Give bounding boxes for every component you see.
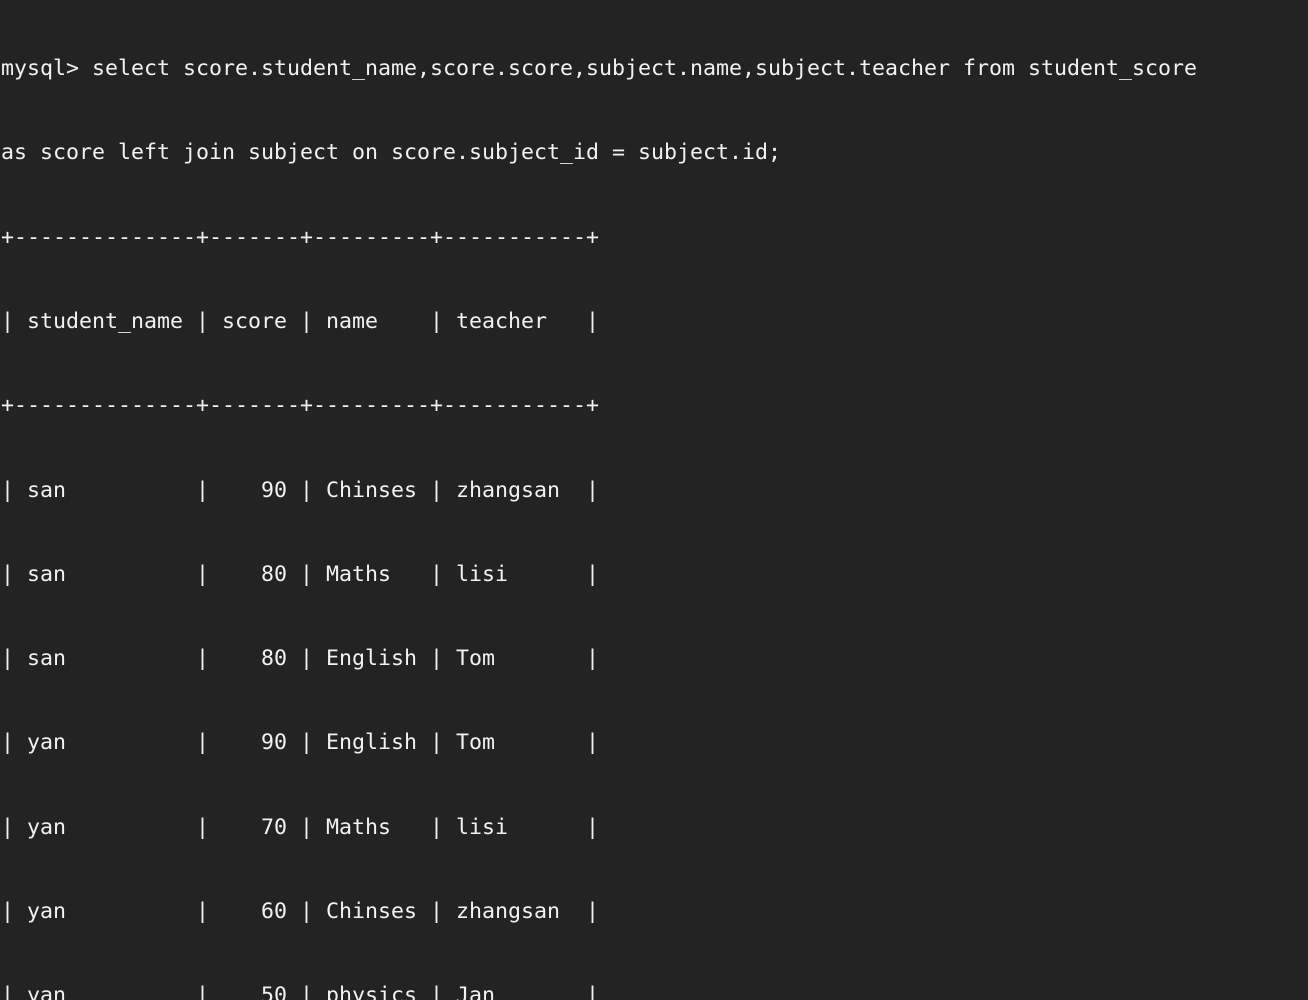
table-row: | yan | 70 | Maths | lisi | <box>1 814 600 840</box>
table-row: | san | 80 | English | Tom | <box>1 646 600 672</box>
table-row: | san | 80 | Maths | lisi | <box>1 561 600 587</box>
table-row: | san | 90 | Chinses | zhangsan | <box>1 477 600 503</box>
query-line-second: as score left join subject on score.subj… <box>1 140 782 166</box>
table-row: | yan | 90 | English | Tom | <box>1 730 600 756</box>
table-row: | yan | 60 | Chinses | zhangsan | <box>1 899 600 924</box>
terminal-window[interactable]: mysql> select score.student_name,score.s… <box>0 0 1308 1000</box>
query-line-first: mysql> select score.student_name,score.s… <box>1 56 1198 82</box>
table-separator-top: +--------------+-------+---------+------… <box>1 224 600 250</box>
table-row: | yan | 50 | physics | Jan | <box>1 983 600 1000</box>
terminal-screen-buffer: mysql> select score.student_name,score.s… <box>1 0 1197 1000</box>
table-separator-header: +--------------+-------+---------+------… <box>1 393 600 419</box>
table-header-row: | student_name | score | name | teacher … <box>1 309 600 335</box>
